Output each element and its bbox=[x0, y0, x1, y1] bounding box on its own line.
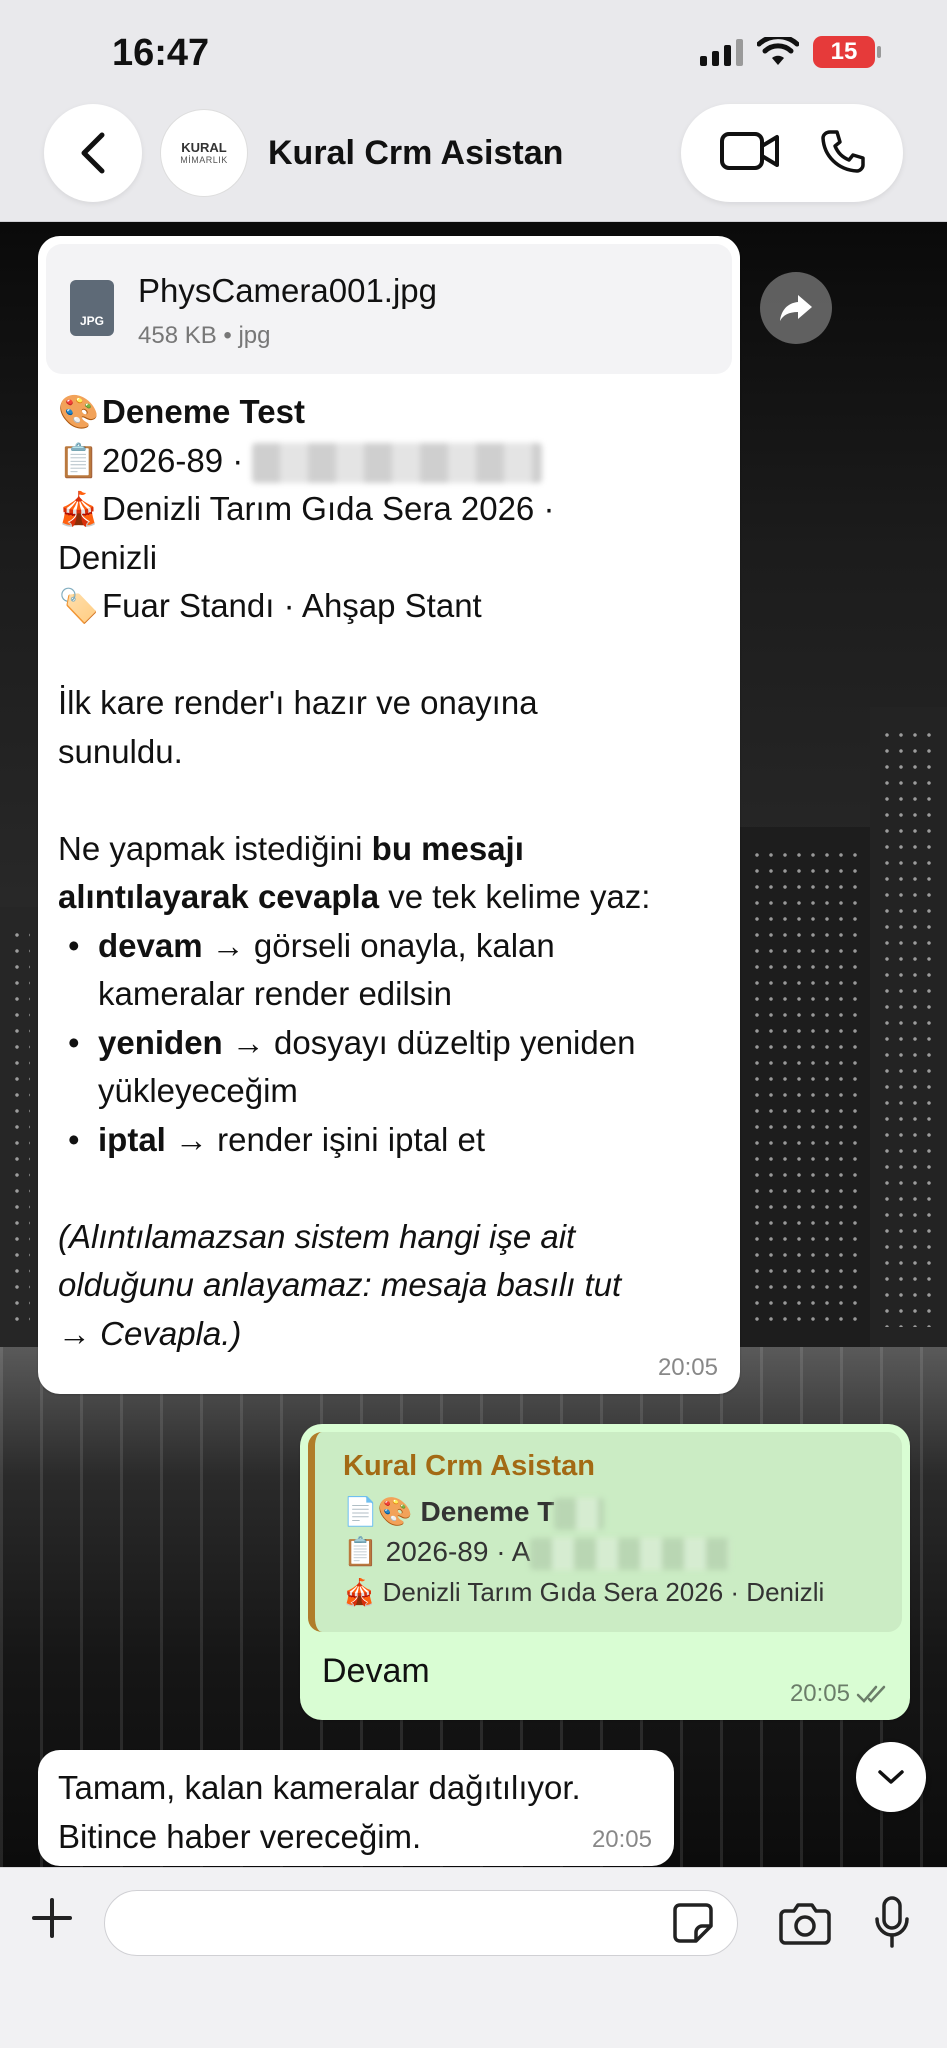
incoming-message[interactable]: Tamam, kalan kameralar dağıtılıyor. Biti… bbox=[38, 1750, 674, 1866]
project-code: 2026-89 · bbox=[102, 441, 244, 479]
redacted-text bbox=[252, 442, 543, 483]
chevron-down-icon bbox=[878, 1770, 904, 1784]
file-attachment[interactable]: JPG PhysCamera001.jpg 458 KB • jpg bbox=[46, 244, 732, 374]
option-desc: kameralar render edilsin bbox=[98, 975, 452, 1012]
message-text: Devam bbox=[322, 1652, 430, 1690]
plus-icon bbox=[32, 1898, 72, 1938]
project-title: Deneme Test bbox=[102, 393, 305, 430]
sticker-button[interactable] bbox=[668, 1898, 718, 1948]
call-buttons bbox=[681, 104, 903, 202]
battery-icon: 15 bbox=[813, 36, 881, 68]
attach-button[interactable] bbox=[24, 1890, 80, 1946]
option-item: • yeniden → dosyayı düzeltip yeniden yükl… bbox=[68, 1023, 636, 1110]
option-keyword: devam bbox=[98, 926, 203, 964]
option-desc: → görseli onayla, kalan bbox=[202, 926, 555, 964]
note-text: (Alıntılamazsan sistem hangi işe ait bbox=[58, 1217, 576, 1255]
event-name: Denizli Tarım Gıda Sera 2026 · bbox=[102, 490, 555, 527]
quoted-text: 📄🎨 Deneme T 📋 2026-89 · A 🎪 Denizli Tarı… bbox=[343, 1492, 824, 1612]
message-line: Tamam, kalan kameralar dağıtılıyor. bbox=[58, 1769, 581, 1806]
instruction-bold: bu mesajı bbox=[371, 829, 524, 867]
quoted-sender: Kural Crm Asistan bbox=[343, 1450, 595, 1482]
message-text: Tamam, kalan kameralar dağıtılıyor. Biti… bbox=[58, 1764, 581, 1861]
wallpaper-building bbox=[870, 707, 947, 1347]
document-icon: JPG bbox=[70, 280, 114, 336]
palette-icon: 🎨 bbox=[58, 393, 100, 430]
microphone-icon bbox=[875, 1896, 909, 1948]
quoted-message[interactable]: Kural Crm Asistan 📄🎨 Deneme T 📋 2026-89 … bbox=[308, 1432, 902, 1632]
instruction-bold: alıntılayarak cevapla bbox=[58, 878, 380, 915]
chat-header: 16:47 15 KURAL MİMARLIK Kural Crm Asista… bbox=[0, 0, 947, 222]
message-time: 20:05 bbox=[657, 1354, 718, 1381]
redacted-text bbox=[530, 1537, 731, 1570]
camera-button[interactable] bbox=[776, 1894, 834, 1952]
status-icons: 15 bbox=[700, 36, 881, 68]
option-desc: → render işini iptal et bbox=[165, 1120, 485, 1158]
camera-icon bbox=[779, 1903, 831, 1945]
document-palette-icon: 📄🎨 bbox=[343, 1496, 413, 1527]
message-time: 20:05 bbox=[591, 1826, 652, 1853]
option-desc: yükleyeceğim bbox=[98, 1072, 298, 1109]
note-text: olduğunu anlayamaz: mesaja basılı tut bbox=[58, 1266, 622, 1303]
avatar-logo-text: KURAL bbox=[181, 140, 227, 155]
wallpaper-building bbox=[0, 907, 40, 1347]
chevron-left-icon bbox=[81, 132, 105, 174]
incoming-message[interactable]: JPG PhysCamera001.jpg 458 KB • jpg 🎨Dene… bbox=[38, 236, 740, 1394]
clipboard-icon: 📋 bbox=[343, 1536, 378, 1567]
circus-tent-icon: 🎪 bbox=[58, 490, 100, 527]
wallpaper-building bbox=[740, 827, 870, 1347]
message-composer bbox=[0, 1867, 947, 2048]
double-check-icon bbox=[856, 1685, 886, 1703]
options-list: • devam → görseli onayla, kalan kameralar… bbox=[68, 922, 728, 1165]
message-line: Bitince haber vereceğim. bbox=[58, 1817, 422, 1855]
voice-call-button[interactable] bbox=[820, 128, 866, 179]
contact-name: Kural Crm Asistan bbox=[268, 133, 564, 172]
avatar[interactable]: KURAL MİMARLIK bbox=[160, 109, 248, 197]
option-item: • iptal → render işini iptal et bbox=[68, 1120, 485, 1158]
option-desc: → dosyayı düzeltip yeniden bbox=[222, 1023, 636, 1061]
video-camera-icon bbox=[719, 131, 779, 170]
clipboard-icon: 📋 bbox=[58, 441, 100, 479]
option-keyword: iptal bbox=[98, 1120, 166, 1158]
quoted-title: Deneme T bbox=[420, 1496, 555, 1527]
option-item: • devam → görseli onayla, kalan kameralar… bbox=[68, 926, 555, 1013]
quoted-code: 2026-89 · A bbox=[385, 1536, 531, 1567]
microphone-button[interactable] bbox=[864, 1892, 920, 1952]
stand-type: Fuar Standı · Ahşap Stant bbox=[102, 587, 482, 624]
file-meta: 458 KB • jpg bbox=[138, 322, 271, 349]
message-input[interactable] bbox=[104, 1890, 738, 1956]
status-line-1: İlk kare render'ı hazır ve onayına bbox=[58, 684, 538, 721]
message-time: 20:05 bbox=[790, 1680, 890, 1708]
status-time: 16:47 bbox=[112, 32, 210, 74]
avatar-logo-subtext: MİMARLIK bbox=[180, 155, 228, 165]
instruction-text: Ne yapmak istediğini bbox=[58, 829, 372, 867]
circus-tent-icon: 🎪 bbox=[343, 1577, 376, 1607]
label-tag-icon: 🏷️ bbox=[58, 587, 100, 624]
quoted-event: Denizli Tarım Gıda Sera 2026 · Denizli bbox=[382, 1577, 825, 1607]
sticker-icon bbox=[673, 1903, 713, 1943]
cellular-signal-icon bbox=[700, 38, 743, 66]
outgoing-message[interactable]: Kural Crm Asistan 📄🎨 Deneme T 📋 2026-89 … bbox=[300, 1424, 910, 1720]
phone-icon bbox=[820, 129, 865, 173]
event-city: Denizli bbox=[58, 538, 158, 576]
forward-arrow-icon bbox=[780, 295, 812, 321]
contact-info[interactable]: KURAL MİMARLIK Kural Crm Asistan bbox=[160, 104, 563, 202]
file-name: PhysCamera001.jpg bbox=[138, 272, 437, 309]
message-time-text: 20:05 bbox=[789, 1680, 850, 1707]
wifi-icon bbox=[757, 37, 799, 65]
forward-button[interactable] bbox=[760, 272, 832, 344]
video-call-button[interactable] bbox=[719, 131, 781, 176]
message-body: 🎨Deneme Test 📋2026-89 · 🎪Denizli Tarım G… bbox=[58, 388, 728, 1358]
option-keyword: yeniden bbox=[98, 1023, 223, 1061]
redacted-text bbox=[554, 1497, 605, 1530]
scroll-to-bottom-button[interactable] bbox=[856, 1742, 926, 1812]
instruction-text: ve tek kelime yaz: bbox=[379, 878, 651, 915]
note-text: → Cevapla.) bbox=[58, 1314, 242, 1352]
status-line-2: sunuldu. bbox=[58, 732, 183, 770]
back-button[interactable] bbox=[44, 104, 142, 202]
